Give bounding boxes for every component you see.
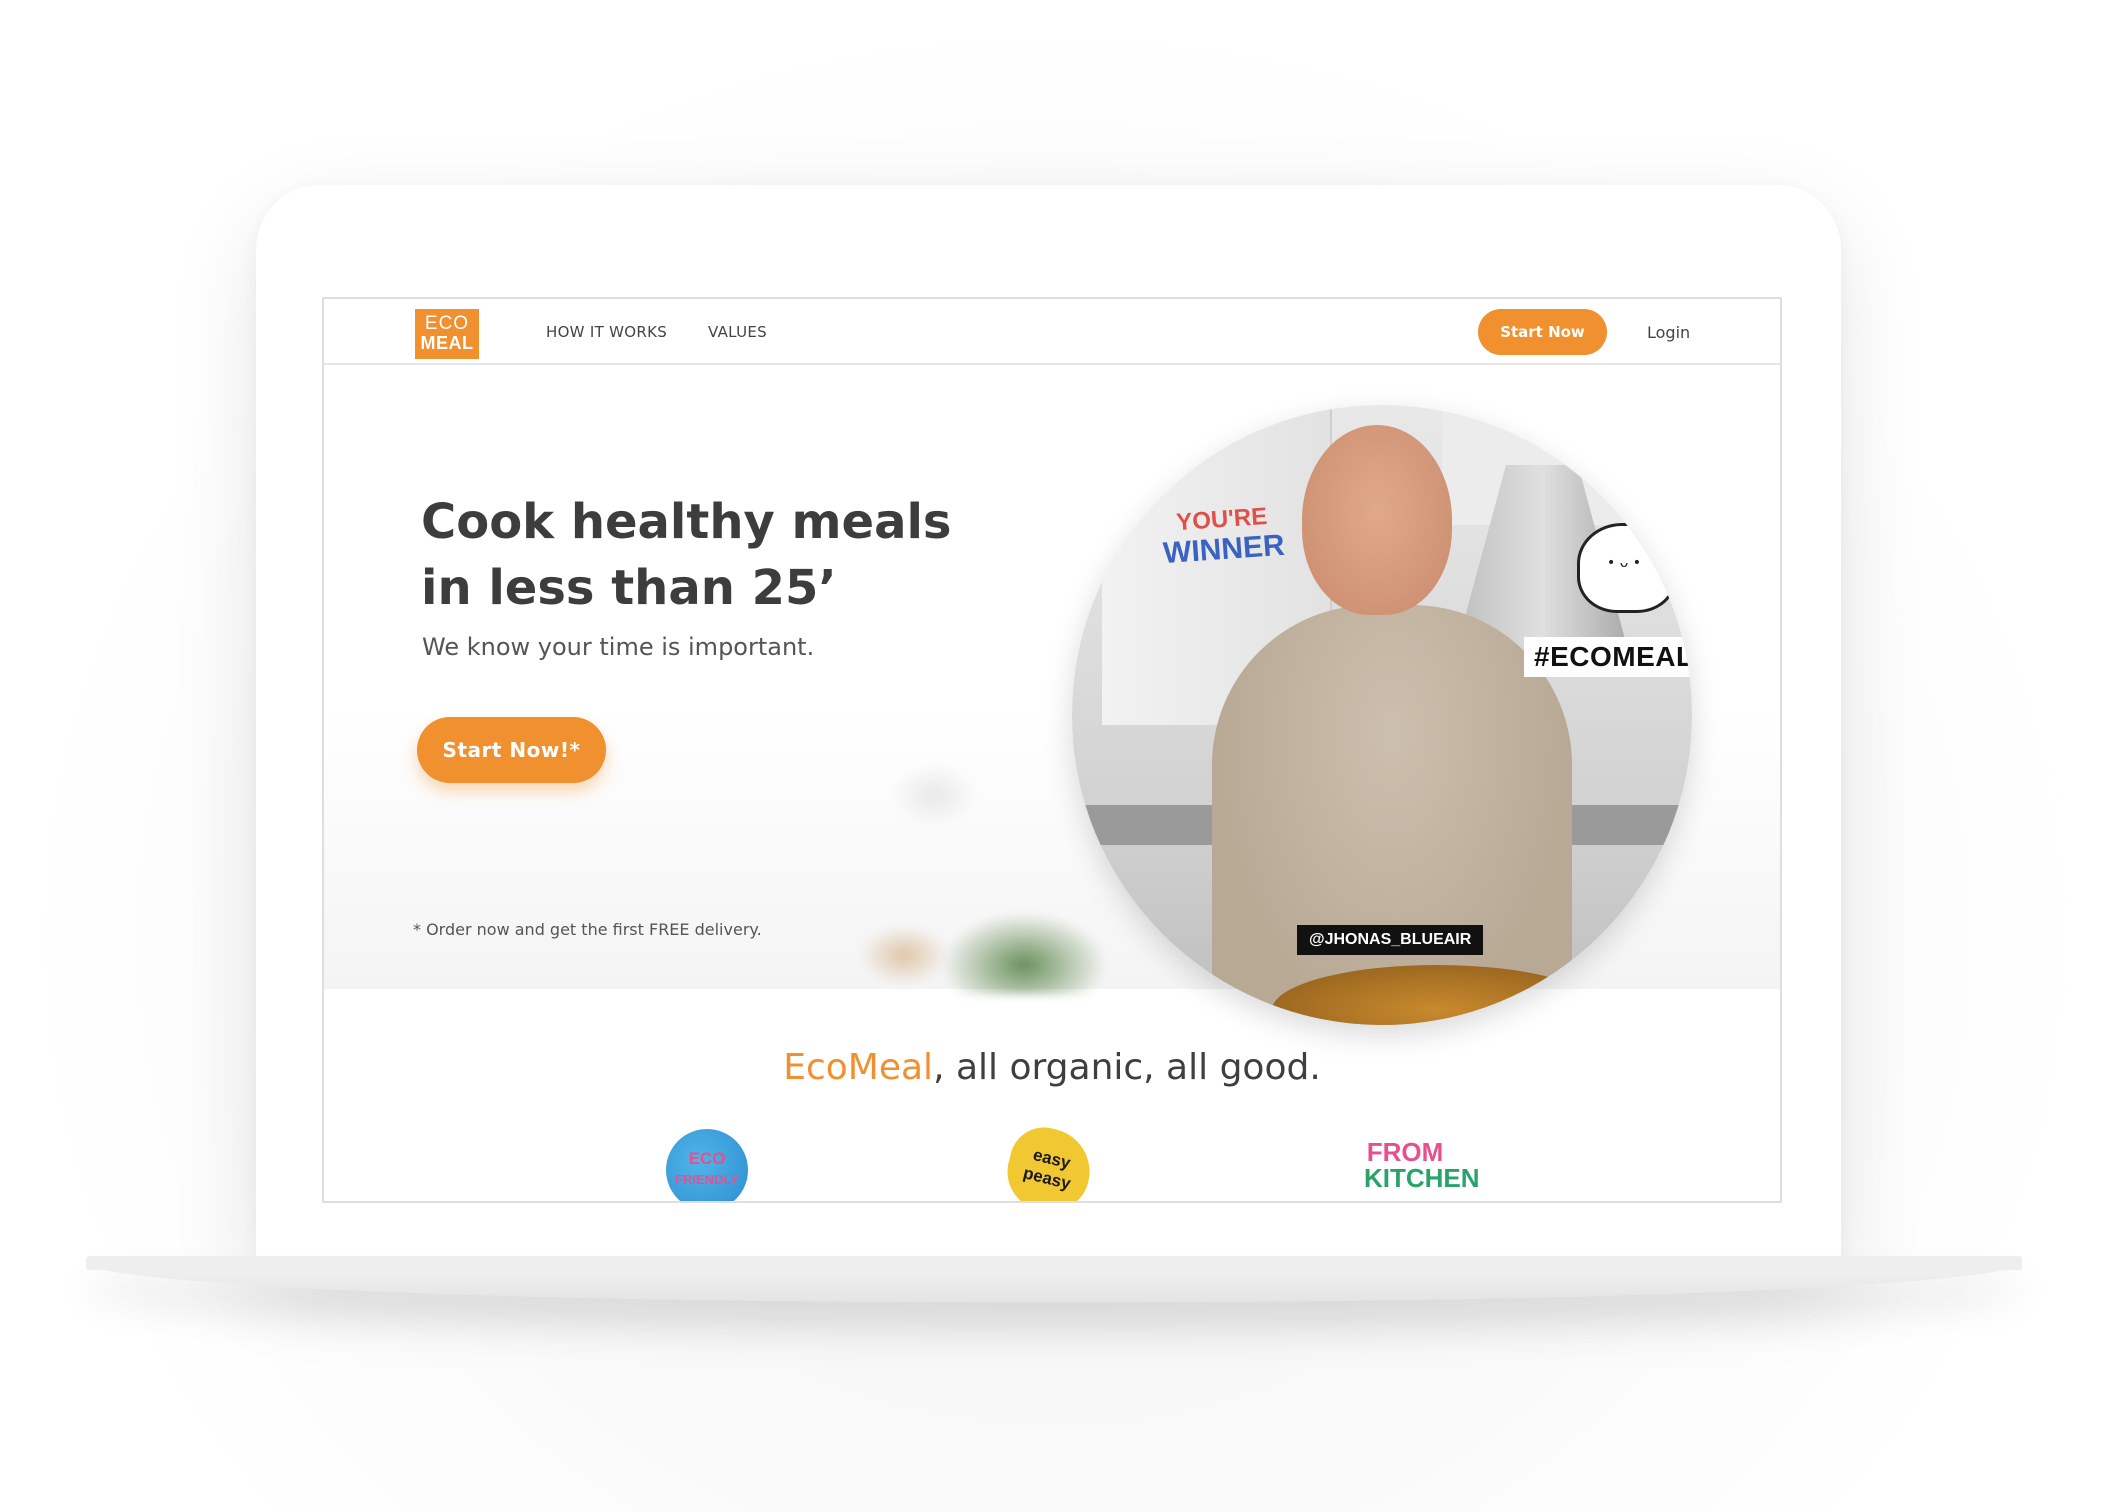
chef-body	[1212, 605, 1572, 1025]
hero-subtitle: We know your time is important.	[422, 633, 815, 661]
brand-name: EcoMeal	[783, 1047, 934, 1088]
hero-title-line-1: Cook healthy meals	[421, 494, 952, 550]
nav-link-values[interactable]: VALUES	[708, 323, 767, 341]
eco-meal-logo[interactable]: ECO MEAL	[415, 309, 479, 359]
top-nav: ECO MEAL HOW IT WORKS VALUES Start Now L…	[324, 299, 1780, 365]
logo-line-2: MEAL	[420, 333, 474, 353]
delivery-note: * Order now and get the first FREE deliv…	[413, 920, 762, 939]
cloud-face-icon: • ᴗ •	[1607, 555, 1641, 571]
eco-badge-line-2: FRIENDLY	[675, 1172, 739, 1187]
kitchen-badge-line-2: KITCHEN	[1364, 1163, 1480, 1193]
login-link[interactable]: Login	[1647, 323, 1690, 342]
hero-start-now-button[interactable]: Start Now!*	[417, 717, 606, 783]
hashtag-sticker: #ECOMEAL	[1524, 637, 1692, 677]
website-screen: ECO MEAL HOW IT WORKS VALUES Start Now L…	[322, 297, 1782, 1203]
user-handle-tag: @JHONAS_BLUEAIR	[1297, 925, 1484, 955]
mockup-stage: ECO MEAL HOW IT WORKS VALUES Start Now L…	[0, 0, 2108, 1512]
easy-peasy-badge-icon: easy peasy	[999, 1120, 1099, 1201]
values-heading: EcoMeal, all organic, all good.	[324, 1047, 1780, 1088]
eco-badge-line-1: ECO	[688, 1149, 726, 1168]
hero-title: Cook healthy meals in less than 25’	[421, 489, 1021, 621]
nav-start-now-button[interactable]: Start Now	[1478, 309, 1607, 355]
hero-section: Cook healthy meals in less than 25’ We k…	[324, 365, 1780, 1025]
hero-chef-photo: YOU'RE WINNER • ᴗ • #ECOMEAL @JHONAS_BLU…	[1072, 405, 1692, 1025]
hero-title-line-2: in less than 25’	[421, 560, 837, 616]
chef-head	[1302, 425, 1452, 615]
laptop-base-lip	[86, 1256, 2022, 1270]
eco-friendly-badge-icon: ECO FRIENDLY	[666, 1129, 748, 1201]
values-tagline: , all organic, all good.	[933, 1047, 1321, 1088]
winner-sticker: YOU'RE WINNER	[1160, 501, 1286, 570]
from-kitchen-badge-icon: FROM KITCHEN	[1364, 1129, 1480, 1201]
nav-link-how-it-works[interactable]: HOW IT WORKS	[546, 323, 667, 341]
logo-line-1: ECO	[424, 313, 470, 334]
